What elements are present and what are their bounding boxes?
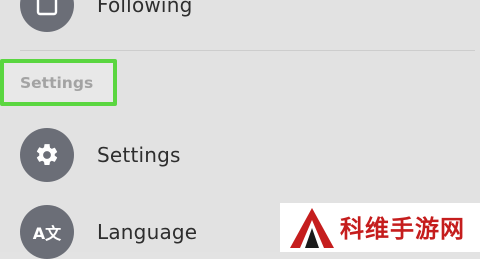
menu-item-settings[interactable]: Settings xyxy=(0,128,480,182)
watermark-text: 科维手游网 xyxy=(340,215,465,243)
translate-icon: A文 xyxy=(32,224,62,243)
settings-icon-circle xyxy=(20,128,74,182)
site-watermark: 科维手游网 xyxy=(280,203,480,252)
square-outline-icon xyxy=(36,0,58,16)
language-icon-circle: A文 xyxy=(20,205,74,259)
settings-section-header-label: Settings xyxy=(20,73,94,92)
menu-item-language-label: Language xyxy=(97,220,198,244)
settings-menu-screen: Following Settings Settings A文 Language … xyxy=(0,0,480,259)
gear-icon xyxy=(36,144,58,165)
watermark-logo-icon xyxy=(290,208,334,248)
section-divider xyxy=(20,50,475,51)
menu-item-following-label: Following xyxy=(97,0,193,17)
menu-item-following[interactable]: Following xyxy=(0,0,480,32)
menu-item-settings-label: Settings xyxy=(97,143,181,167)
following-icon-circle xyxy=(20,0,74,32)
settings-section-header: Settings xyxy=(0,59,117,106)
